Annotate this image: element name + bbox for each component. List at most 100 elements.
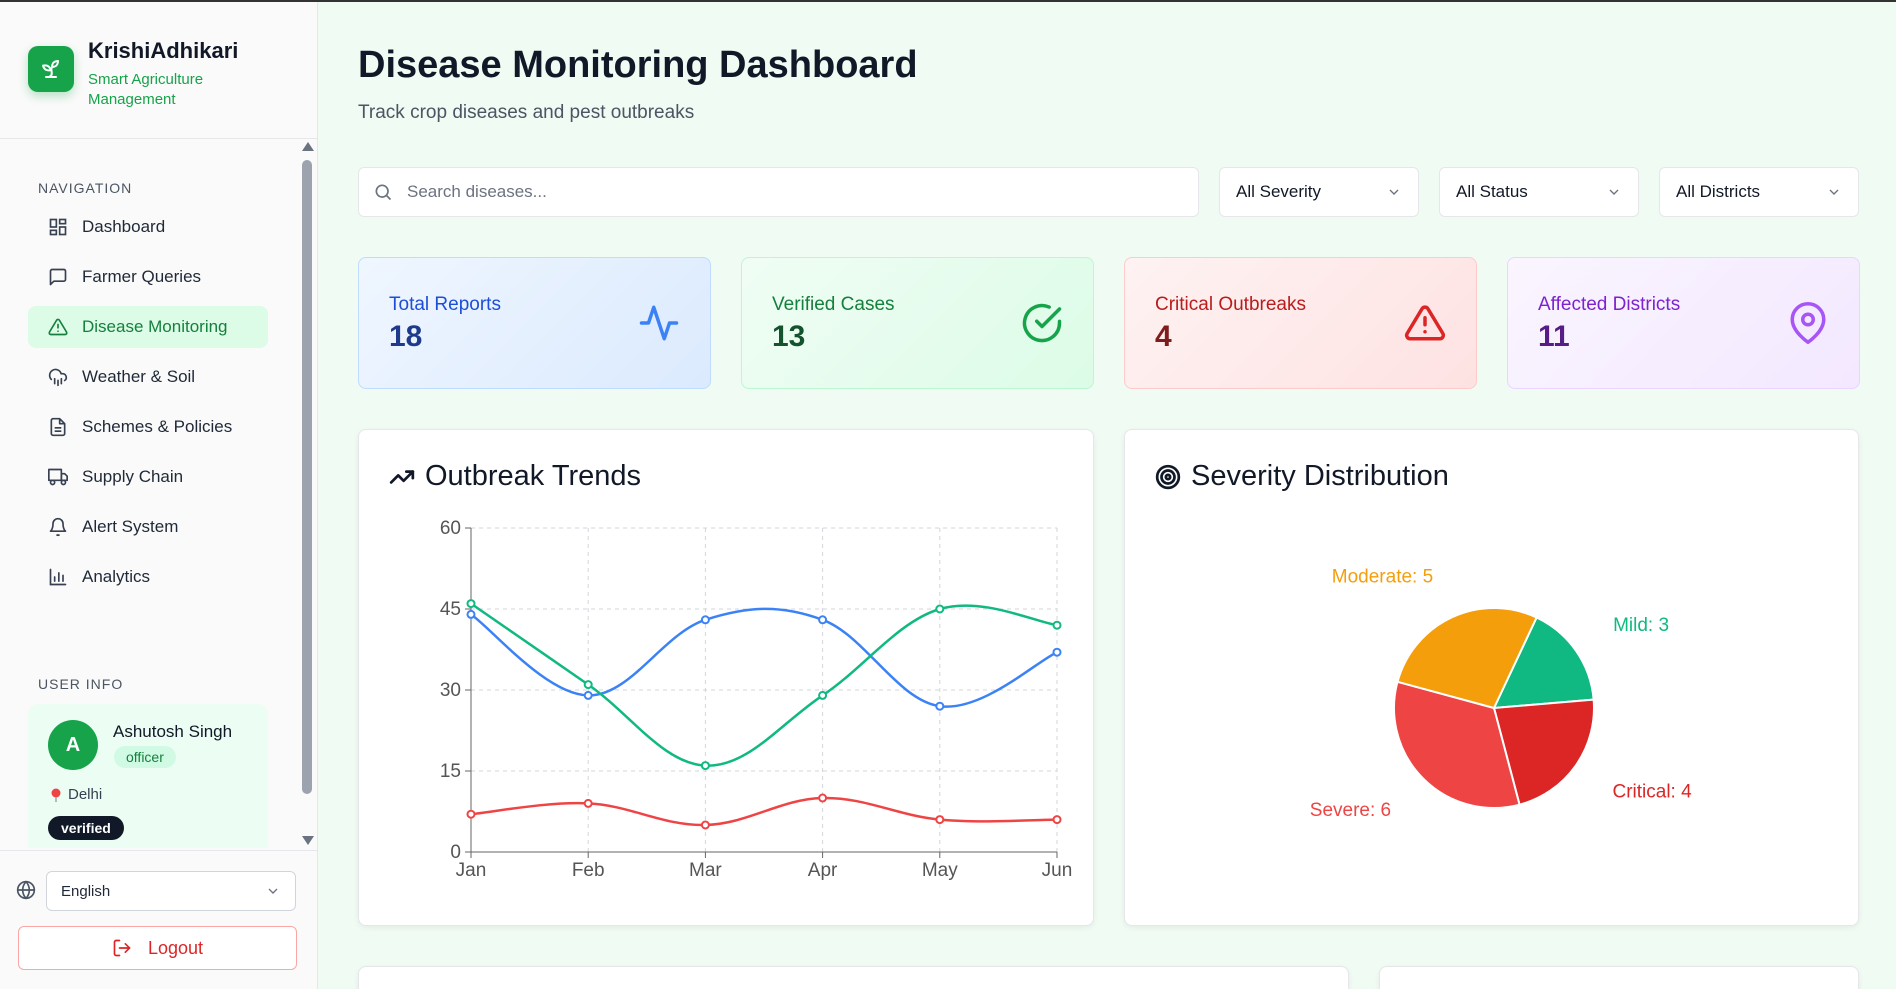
cloud-rain-icon bbox=[48, 368, 68, 387]
data-point bbox=[818, 615, 828, 625]
stat-card-total-reports: Total Reports 18 bbox=[358, 257, 711, 389]
alert-triangle-icon bbox=[48, 318, 68, 336]
stat-card-verified-cases: Verified Cases 13 bbox=[741, 257, 1094, 389]
x-tick-label: Feb bbox=[572, 860, 605, 881]
stat-value: 11 bbox=[1538, 320, 1570, 353]
alert-triangle-icon bbox=[1404, 305, 1446, 341]
globe-icon bbox=[16, 880, 36, 900]
series-line bbox=[470, 607, 1058, 708]
data-point bbox=[700, 820, 710, 830]
avatar: A bbox=[48, 720, 98, 770]
check-circle-icon bbox=[1022, 303, 1062, 343]
sidebar-item-label: Disease Monitoring bbox=[82, 317, 228, 336]
sidebar-item-schemes-policies[interactable]: Schemes & Policies bbox=[28, 406, 268, 448]
data-point bbox=[1052, 815, 1062, 825]
user-location-text: Delhi bbox=[68, 786, 103, 803]
sidebar-item-weather-soil[interactable]: Weather & Soil bbox=[28, 356, 268, 398]
chevron-down-icon bbox=[268, 888, 278, 894]
search-input[interactable] bbox=[407, 182, 1187, 202]
status-filter[interactable]: All Status bbox=[1439, 167, 1639, 217]
sidebar-scrollbar[interactable] bbox=[300, 142, 314, 846]
data-point bbox=[700, 761, 710, 771]
data-point bbox=[466, 609, 476, 619]
user-name: Ashutosh Singh bbox=[113, 722, 233, 741]
pie-label: Mild: 3 bbox=[1613, 615, 1669, 636]
divider bbox=[0, 138, 318, 139]
severity-distribution-card: Severity Distribution Mild: 3 Critical: 4… bbox=[1124, 429, 1859, 926]
x-tick-label: Jun bbox=[1042, 860, 1073, 881]
chevron-down-icon bbox=[1829, 189, 1839, 195]
outbreak-trends-card: Outbreak Trends 0 15 30 45 60 Jan Feb Mar Apr May… bbox=[358, 429, 1094, 926]
chevron-down-icon bbox=[1389, 189, 1399, 195]
data-point bbox=[583, 798, 593, 808]
scroll-up-arrow-icon[interactable] bbox=[302, 142, 314, 151]
truck-icon bbox=[48, 468, 68, 486]
stat-value: 4 bbox=[1155, 320, 1172, 353]
data-point bbox=[935, 604, 945, 614]
user-role-badge: officer bbox=[114, 746, 176, 768]
pin-icon bbox=[51, 788, 61, 802]
nav-heading: NAVIGATION bbox=[38, 180, 133, 196]
x-tick-label: Jan bbox=[456, 860, 487, 881]
logout-label: Logout bbox=[147, 937, 204, 958]
file-text-icon bbox=[50, 417, 66, 437]
pie-label: Critical: 4 bbox=[1612, 782, 1692, 803]
district-filter-value: All Districts bbox=[1676, 182, 1761, 201]
sidebar-item-alert-system[interactable]: Alert System bbox=[28, 506, 268, 548]
chevron-down-icon bbox=[1609, 189, 1619, 195]
district-filter[interactable]: All Districts bbox=[1659, 167, 1859, 217]
app-tagline: Smart Agriculture Management bbox=[88, 71, 204, 108]
sidebar-item-label: Supply Chain bbox=[82, 467, 184, 486]
brand[interactable]: KrishiAdhikari Smart Agriculture Managem… bbox=[28, 38, 238, 110]
stat-card-critical-outbreaks: Critical Outbreaks 4 bbox=[1124, 257, 1477, 389]
stat-label: Total Reports bbox=[389, 294, 501, 315]
severity-pie-chart: Mild: 3 Critical: 4 Severe: 6 Moderate: 5 bbox=[1310, 566, 1692, 821]
series-line bbox=[470, 796, 1058, 827]
series-line bbox=[470, 602, 1058, 767]
sidebar-item-label: Schemes & Policies bbox=[82, 417, 233, 436]
stat-label: Critical Outbreaks bbox=[1155, 294, 1306, 315]
sidebar-item-label: Dashboard bbox=[82, 217, 166, 236]
sidebar-item-farmer-queries[interactable]: Farmer Queries bbox=[28, 256, 268, 298]
sidebar-item-supply-chain[interactable]: Supply Chain bbox=[28, 456, 268, 498]
data-point bbox=[1052, 647, 1062, 657]
pie-label: Moderate: 5 bbox=[1332, 566, 1433, 587]
bell-icon bbox=[49, 517, 67, 537]
sidebar: KrishiAdhikari Smart Agriculture Managem… bbox=[0, 0, 318, 989]
search-box[interactable] bbox=[358, 167, 1199, 217]
outbreak-trends-chart: 015304560Jan Feb Mar Apr May Jun bbox=[440, 518, 1073, 881]
user-card: A Ashutosh Singh officer Delhi verified bbox=[28, 704, 268, 848]
bottom-card-right bbox=[1379, 966, 1859, 989]
window-top-border bbox=[0, 0, 1896, 2]
status-filter-value: All Status bbox=[1456, 182, 1528, 201]
sidebar-item-analytics[interactable]: Analytics bbox=[28, 556, 268, 598]
y-tick-label: 60 bbox=[440, 518, 461, 539]
data-point bbox=[700, 615, 710, 625]
user-location: Delhi bbox=[50, 786, 102, 803]
divider bbox=[0, 850, 318, 851]
user-info-heading: USER INFO bbox=[38, 676, 124, 692]
severity-filter[interactable]: All Severity bbox=[1219, 167, 1419, 217]
nav-menu: Dashboard Farmer Queries Disease Monitor… bbox=[28, 206, 268, 606]
stat-value: 13 bbox=[772, 320, 806, 353]
sidebar-item-dashboard[interactable]: Dashboard bbox=[28, 206, 268, 248]
page-title: Disease Monitoring Dashboard bbox=[358, 44, 918, 86]
search-icon bbox=[375, 184, 392, 201]
page-subtitle: Track crop diseases and pest outbreaks bbox=[358, 102, 695, 123]
app-name: KrishiAdhikari bbox=[88, 38, 239, 63]
logout-icon bbox=[113, 939, 131, 957]
language-select[interactable]: English bbox=[46, 871, 296, 911]
y-tick-label: 45 bbox=[440, 599, 461, 620]
stat-value: 18 bbox=[389, 320, 423, 353]
scroll-down-arrow-icon[interactable] bbox=[302, 836, 314, 845]
sidebar-item-label: Farmer Queries bbox=[82, 267, 202, 286]
y-tick-label: 15 bbox=[440, 761, 461, 782]
logout-button[interactable]: Logout bbox=[18, 926, 297, 970]
scroll-thumb[interactable] bbox=[302, 160, 312, 794]
data-point bbox=[1052, 620, 1062, 630]
sidebar-item-label: Alert System bbox=[82, 517, 179, 536]
data-point bbox=[466, 809, 476, 819]
x-tick-label: May bbox=[922, 860, 958, 881]
sidebar-item-disease-monitoring[interactable]: Disease Monitoring bbox=[28, 306, 268, 348]
severity-filter-value: All Severity bbox=[1236, 182, 1322, 201]
